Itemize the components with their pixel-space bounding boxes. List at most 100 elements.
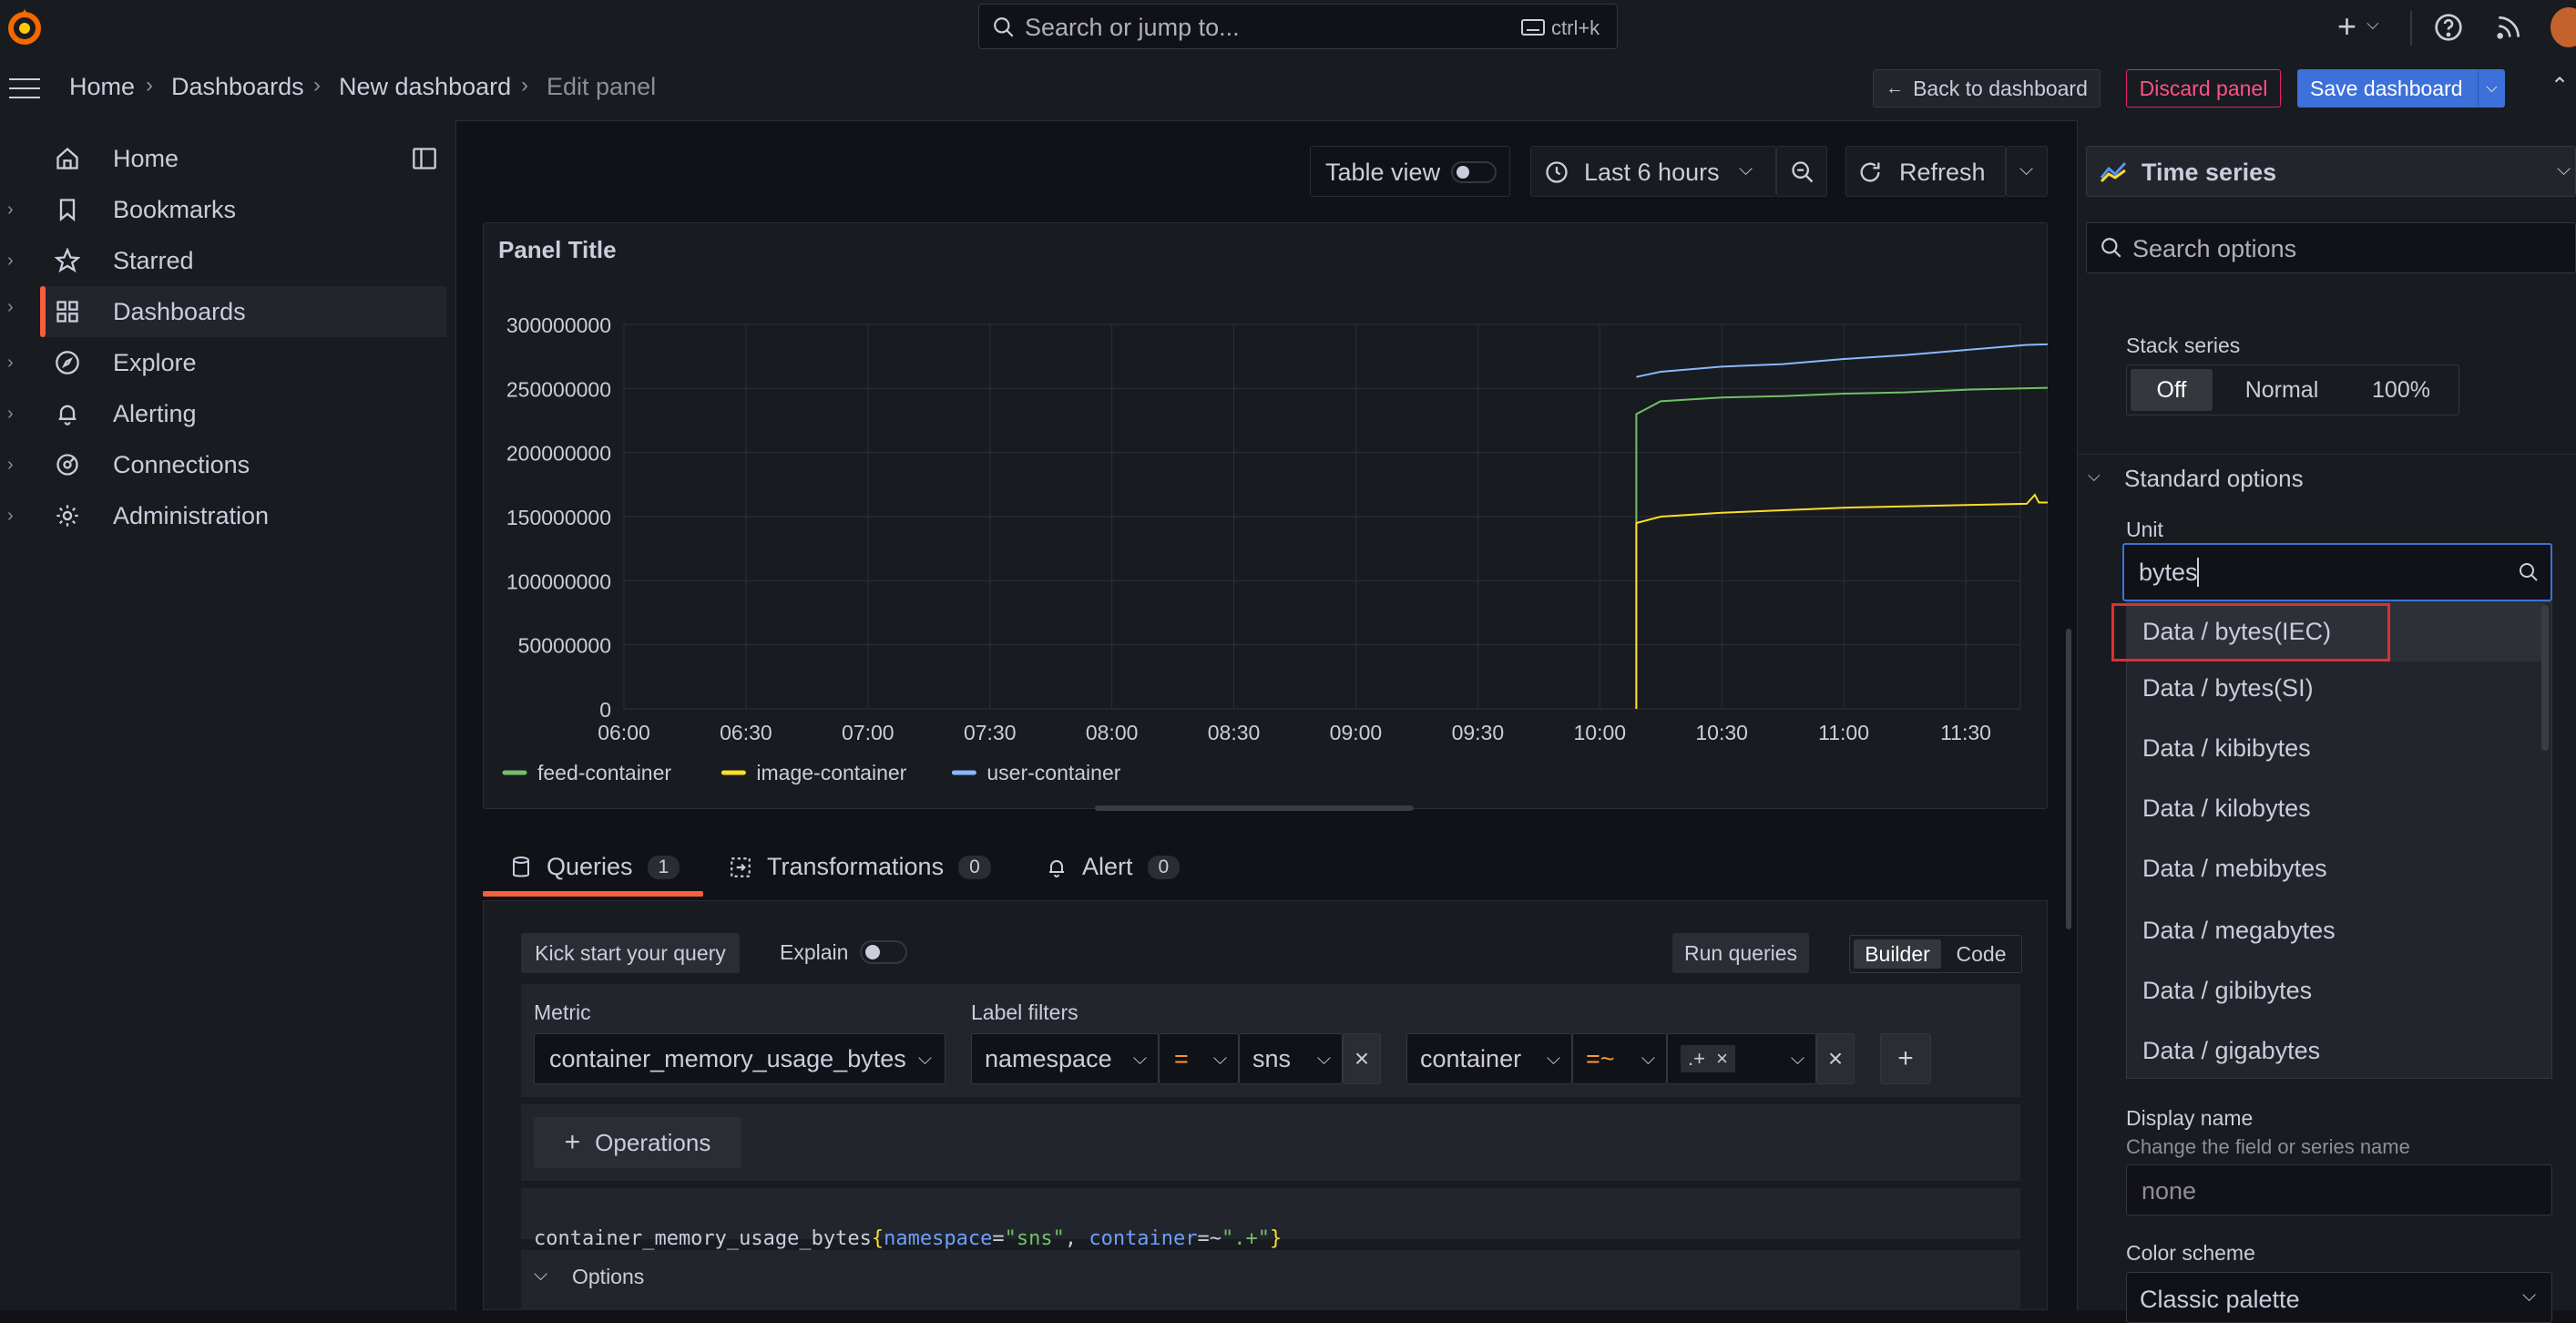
legend-item[interactable]: image-container xyxy=(756,761,906,785)
chevron-right-icon[interactable]: › xyxy=(7,251,14,272)
chevron-down-icon: ⌵ xyxy=(1132,1048,1147,1069)
sidebar-item-alerting[interactable]: › Alerting xyxy=(0,388,446,439)
series-line-user-container[interactable] xyxy=(1636,343,2048,378)
tab-queries[interactable]: Queries 1 xyxy=(510,853,680,881)
remove-filter-1-button[interactable]: × xyxy=(1343,1033,1381,1084)
stack-series-label: Stack series xyxy=(2126,333,2241,357)
refresh-button[interactable]: Refresh xyxy=(1845,146,2006,197)
unit-option-gibibytes[interactable]: Data / gibibytes xyxy=(2126,960,2545,1020)
close-icon[interactable]: × xyxy=(1716,1047,1728,1070)
run-queries-button[interactable]: Run queries xyxy=(1672,933,1809,973)
tab-transformations[interactable]: Transformations 0 xyxy=(729,853,991,881)
options-collapse[interactable]: ⌵ Options xyxy=(521,1250,2020,1310)
label-filter-op-1[interactable]: = ⌵ xyxy=(1159,1033,1239,1084)
chevron-right-icon[interactable]: › xyxy=(7,455,14,476)
label-filter-value-2[interactable]: .+ × ⌵ xyxy=(1667,1033,1816,1084)
new-button[interactable]: + xyxy=(2337,7,2356,46)
unit-option-kibibytes[interactable]: Data / kibibytes xyxy=(2126,718,2545,778)
series-line-feed-container[interactable] xyxy=(1635,386,2048,709)
discard-panel-button[interactable]: Discard panel xyxy=(2126,69,2281,108)
code-mode-button[interactable]: Code xyxy=(1945,939,2018,969)
unit-option-megabytes[interactable]: Data / megabytes xyxy=(2126,900,2545,960)
breadcrumb-new-dashboard[interactable]: New dashboard xyxy=(339,73,511,101)
label-filter-value-1[interactable]: sns ⌵ xyxy=(1239,1033,1343,1084)
collapse-chevron-icon[interactable]: ⌃ xyxy=(2550,73,2569,99)
metric-value: container_memory_usage_bytes xyxy=(549,1044,906,1072)
chevron-right-icon[interactable]: › xyxy=(7,297,14,318)
save-options-dropdown[interactable]: ⌵ xyxy=(2478,69,2505,108)
sidebar-item-starred[interactable]: › Starred xyxy=(0,235,446,286)
dropdown-scrollbar[interactable] xyxy=(2541,605,2549,751)
breadcrumb-home[interactable]: Home xyxy=(69,73,135,101)
pane-splitter[interactable] xyxy=(2066,629,2071,929)
table-view-switch[interactable] xyxy=(1451,161,1497,183)
save-dashboard-button[interactable]: Save dashboard xyxy=(2297,69,2501,108)
zoom-out-button[interactable] xyxy=(1776,146,1827,197)
sidebar-item-bookmarks[interactable]: › Bookmarks xyxy=(0,184,446,235)
metric-select[interactable]: container_memory_usage_bytes ⌵ xyxy=(534,1033,946,1084)
chevron-right-icon[interactable]: › xyxy=(7,404,14,425)
grafana-logo-icon[interactable] xyxy=(5,7,44,47)
help-icon[interactable] xyxy=(2434,13,2463,42)
panel-resize-handle[interactable] xyxy=(1095,805,1414,811)
add-filter-button[interactable]: + xyxy=(1880,1033,1931,1084)
save-dashboard-label: Save dashboard xyxy=(2310,76,2463,100)
chevron-down-icon[interactable]: ⌵ xyxy=(2366,15,2379,34)
display-name-input[interactable]: none xyxy=(2126,1164,2552,1215)
unit-option-kilobytes[interactable]: Data / kilobytes xyxy=(2126,778,2545,838)
tab-alert[interactable]: Alert 0 xyxy=(1046,853,1181,881)
unit-option-mebibytes[interactable]: Data / mebibytes xyxy=(2126,838,2545,898)
top-search-box[interactable]: Search or jump to... ctrl+k xyxy=(978,4,1618,49)
chevron-right-icon[interactable]: › xyxy=(7,506,14,527)
standard-options-header[interactable]: ⌵ Standard options xyxy=(2086,461,2560,497)
refresh-interval-dropdown[interactable]: ⌵ xyxy=(2006,146,2048,197)
label-filter-key-2[interactable]: container ⌵ xyxy=(1406,1033,1572,1084)
unit-option-gigabytes[interactable]: Data / gigabytes xyxy=(2126,1020,2545,1081)
chevron-right-icon[interactable]: › xyxy=(7,353,14,374)
promql-op: =~ xyxy=(1197,1227,1222,1250)
avatar[interactable] xyxy=(2550,7,2576,47)
code-label: Code xyxy=(1956,941,2007,966)
rss-icon[interactable] xyxy=(2494,13,2523,42)
label-filter-key-1[interactable]: namespace ⌵ xyxy=(971,1033,1159,1084)
sidebar-item-home[interactable]: Home xyxy=(0,133,446,184)
explain-switch[interactable] xyxy=(860,940,907,964)
y-tick-label: 200000000 xyxy=(506,442,611,466)
table-view-toggle[interactable]: Table view xyxy=(1310,146,1510,197)
chevron-right-icon[interactable]: › xyxy=(7,200,14,220)
filter-chip-value: .+ xyxy=(1688,1047,1705,1070)
arrow-left-icon: ← xyxy=(1886,77,1905,98)
sidebar-item-administration[interactable]: › Administration xyxy=(0,490,446,541)
series-line-image-container[interactable] xyxy=(1635,493,2048,709)
stack-off-option[interactable]: Off xyxy=(2131,369,2213,411)
operations-button[interactable]: + Operations xyxy=(534,1117,741,1168)
breadcrumb-dashboards[interactable]: Dashboards xyxy=(171,73,304,101)
label-filter-op-2[interactable]: =~ ⌵ xyxy=(1572,1033,1667,1084)
sidebar-item-explore[interactable]: › Explore xyxy=(0,337,446,388)
sidebar-item-connections[interactable]: › Connections xyxy=(0,439,446,490)
back-to-dashboard-button[interactable]: ← Back to dashboard xyxy=(1873,69,2101,108)
promql-preview: container_memory_usage_bytes{namespace="… xyxy=(521,1188,2020,1250)
unit-option-bytes-si[interactable]: Data / bytes(SI) xyxy=(2126,658,2545,718)
remove-filter-2-button[interactable]: × xyxy=(1816,1033,1855,1084)
builder-mode-button[interactable]: Builder xyxy=(1854,939,1941,969)
visualization-picker[interactable]: Time series ⌵ xyxy=(2086,146,2576,197)
stack-100-option[interactable]: 100% xyxy=(2349,369,2453,411)
menu-toggle[interactable] xyxy=(9,77,40,100)
color-scheme-select[interactable]: Classic palette ⌵ xyxy=(2126,1272,2552,1323)
stack-off-label: Off xyxy=(2156,376,2187,403)
unit-input[interactable]: bytes xyxy=(2122,543,2552,601)
time-series-chart[interactable]: 300000000 250000000 200000000 150000000 1000… xyxy=(483,222,2048,809)
unit-option-label: Data / kilobytes xyxy=(2142,794,2311,822)
legend-item[interactable]: feed-container xyxy=(537,761,671,785)
options-search[interactable]: Search options xyxy=(2086,222,2576,273)
visualization-label: Time series xyxy=(2142,159,2277,186)
standard-options-label: Standard options xyxy=(2124,465,2304,492)
time-range-picker[interactable]: Last 6 hours ⌵ xyxy=(1530,146,1776,197)
legend-item[interactable]: user-container xyxy=(986,761,1120,785)
connections-icon xyxy=(56,454,78,476)
stack-normal-option[interactable]: Normal xyxy=(2218,369,2346,411)
sidebar-item-dashboards[interactable]: Dashboards xyxy=(40,286,446,337)
table-view-label: Table view xyxy=(1325,159,1441,186)
kick-start-query-button[interactable]: Kick start your query xyxy=(521,933,740,973)
